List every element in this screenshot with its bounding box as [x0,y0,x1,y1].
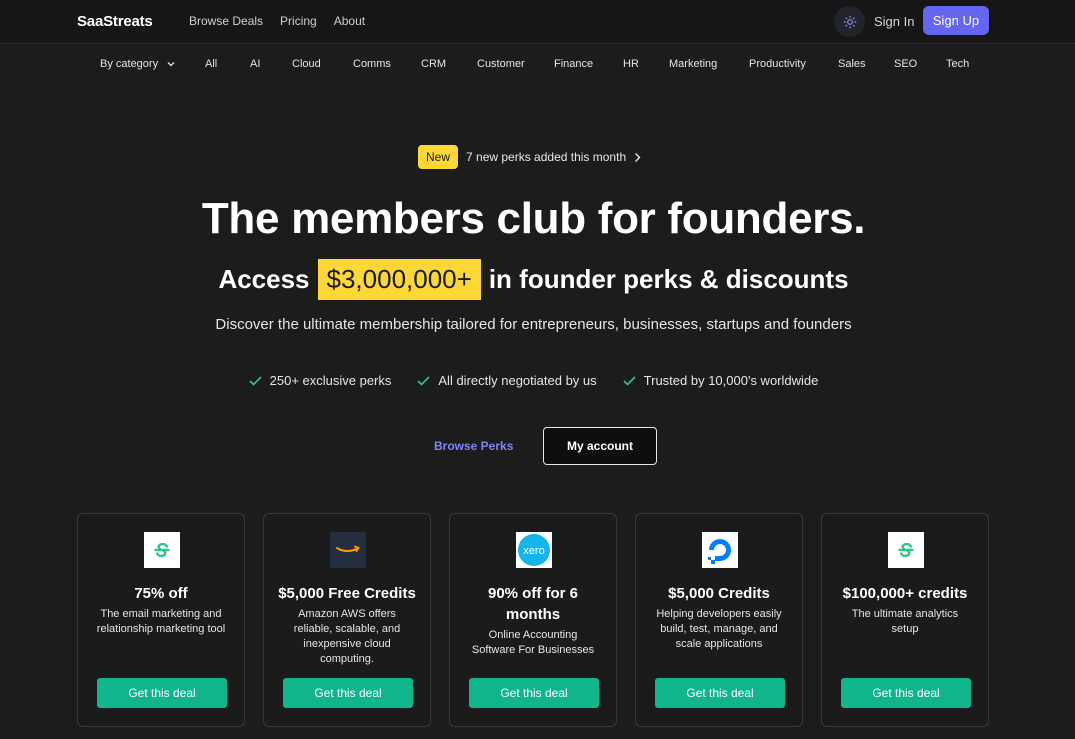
category-dropdown-label: By category [100,58,159,70]
sun-icon [843,15,856,28]
xero-icon: xero [516,532,552,568]
deal-title: 90% off for 6 months [487,585,578,623]
get-deal-button[interactable]: Get this deal [97,678,227,708]
digitalocean-icon [702,532,738,568]
deal-card-aws: $5,000 Free Credits Amazon AWS offers re… [263,513,431,727]
segment-icon [888,532,924,568]
theme-toggle-button[interactable] [834,6,865,37]
announcement-text: 7 new perks added this month [466,150,627,164]
feature-label: 250+ exclusive perks [269,373,392,388]
check-icon [623,375,636,386]
feature-item: 250+ exclusive perks [249,373,392,388]
get-deal-button[interactable]: Get this deal [841,678,971,708]
main-nav: Browse Deals Pricing About [189,14,365,28]
category-finance[interactable]: Finance [554,58,593,70]
feature-label: All directly negotiated by us [438,373,597,388]
deal-title: $5,000 Free Credits [278,585,416,602]
announcement-pill[interactable]: New 7 new perks added this month [418,145,641,169]
category-productivity[interactable]: Productivity [749,58,806,70]
chevron-down-icon [167,62,175,67]
hero-sub-prefix: Access [218,264,310,294]
deal-title: 75% off [134,585,188,602]
category-tech[interactable]: Tech [946,58,969,70]
hero-title: The members club for founders. [201,194,866,243]
my-account-button[interactable]: My account [543,427,657,465]
deal-description: Amazon AWS offers reliable, scalable, an… [293,608,401,665]
get-deal-button[interactable]: Get this deal [283,678,413,708]
feature-item: All directly negotiated by us [417,373,597,388]
get-deal-button[interactable]: Get this deal [655,678,785,708]
category-all[interactable]: All [205,58,217,70]
feature-list: 250+ exclusive perks All directly negoti… [0,373,1067,388]
deal-card-digitalocean: $5,000 Credits Helping developers easily… [635,513,803,727]
hero-description: Discover the ultimate membership tailore… [215,316,852,333]
deal-title: $5,000 Credits [668,585,770,602]
category-cloud[interactable]: Cloud [292,58,321,70]
category-customer[interactable]: Customer [477,58,525,70]
sign-up-button[interactable]: Sign Up [923,6,989,35]
chevron-right-icon [634,152,641,163]
hero-highlight-amount: $3,000,000+ [317,259,481,300]
check-icon [417,375,430,386]
category-hr[interactable]: HR [623,58,639,70]
deal-description: Online Accounting Software For Businesse… [471,629,595,656]
sign-in-link[interactable]: Sign In [874,14,914,29]
category-sales[interactable]: Sales [838,58,866,70]
deal-description: Helping developers easily build, test, m… [656,608,782,650]
nav-about[interactable]: About [334,14,365,28]
nav-pricing[interactable]: Pricing [280,14,317,28]
top-navbar: SaaStreats Browse Deals Pricing About Si… [0,0,1075,44]
site-logo[interactable]: SaaStreats [77,13,153,30]
browse-perks-link[interactable]: Browse Perks [434,439,513,453]
hero-subtitle: Access $3,000,000+ in founder perks & di… [0,259,1067,300]
deal-title: $100,000+ credits [842,585,968,602]
feature-item: Trusted by 10,000's worldwide [623,373,819,388]
sendfox-icon [144,532,180,568]
deal-card-xero: xero 90% off for 6 months Online Account… [449,513,617,727]
category-comms[interactable]: Comms [353,58,391,70]
category-ai[interactable]: AI [250,58,260,70]
get-deal-button[interactable]: Get this deal [469,678,599,708]
hero-sub-suffix: in founder perks & discounts [488,264,849,294]
deal-description: The ultimate analytics setup [851,608,959,635]
check-icon [249,375,262,386]
category-dropdown[interactable]: By category [100,58,175,70]
category-marketing[interactable]: Marketing [669,58,717,70]
category-bar: By category All AI Cloud Comms CRM Custo… [0,44,1075,84]
deal-card-segment: $100,000+ credits The ultimate analytics… [821,513,989,727]
category-seo[interactable]: SEO [894,58,917,70]
deal-description: The email marketing and relationship mar… [96,608,226,635]
nav-browse-deals[interactable]: Browse Deals [189,14,263,28]
feature-label: Trusted by 10,000's worldwide [643,373,819,388]
deal-card-sendfox: 75% off The email marketing and relation… [77,513,245,727]
category-crm[interactable]: CRM [421,58,446,70]
new-badge: New [418,145,459,169]
svg-text:xero: xero [523,545,544,557]
amazon-aws-icon [330,532,366,568]
